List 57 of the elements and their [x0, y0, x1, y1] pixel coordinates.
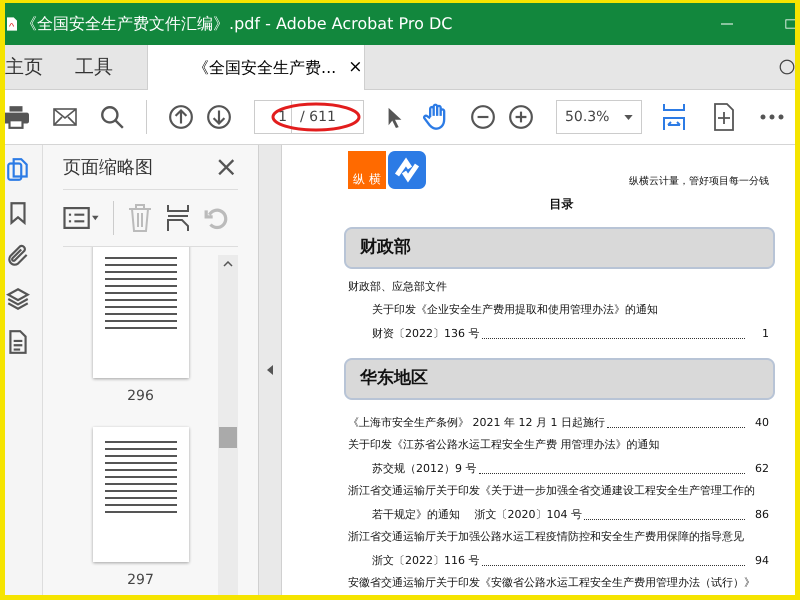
brand-logo-icon — [388, 151, 426, 189]
mail-icon[interactable] — [51, 105, 79, 129]
page-number-label: 296 — [127, 387, 154, 406]
nav-tab[interactable]: 工具 — [69, 45, 147, 89]
slogan: 纵横云计量，管好项目每一分钱 — [629, 174, 769, 189]
toc-entry: 浙江省交通运输厅关于加强公路水运工程疫情防控和安全生产费用保障的指导意见 — [348, 529, 745, 545]
scroll-thumb[interactable] — [219, 427, 237, 448]
section-title: 华东地区 — [360, 367, 428, 390]
document-tab-label: 《全国安全生产费... — [193, 56, 336, 78]
toc-entry: 浙文〔2022〕116 号 — [372, 555, 480, 566]
zoom-out-icon[interactable] — [470, 104, 496, 130]
toc-entry: 苏交规（2012）9 号 — [372, 463, 476, 474]
dropdown-caret-icon — [624, 114, 633, 120]
page-number-field[interactable]: 1 — [254, 100, 292, 134]
panel-title: 页面缩略图 — [63, 156, 153, 180]
toc-entry: 《上海市安全生产条例》 2021 年 12 月 1 日起施行 — [348, 417, 605, 428]
toc-entry: 财资〔2022〕136 号 — [372, 328, 480, 339]
toc-entry: 安徽省交通运输厅关于印发《安徽省公路水运工程安全生产费用管理办法（试行）》 — [348, 575, 756, 591]
more-icon[interactable] — [760, 114, 784, 120]
scroll-up-icon[interactable] — [223, 261, 233, 267]
pdf-file-icon — [7, 16, 17, 32]
page-total: / 611 — [292, 100, 364, 134]
logo-text: 纵 横 — [353, 171, 381, 188]
toc-entry: 关于印发《企业安全生产费用提取和使用管理办法》的通知 — [371, 302, 659, 318]
panel-close-button[interactable]: × — [214, 153, 238, 181]
page-thumbnail[interactable] — [92, 427, 188, 562]
nav-tab[interactable]: 主页 — [5, 45, 69, 89]
collapse-arrow-icon[interactable] — [267, 365, 273, 375]
page-thumbnail[interactable] — [92, 247, 188, 378]
split-page-icon[interactable] — [166, 204, 190, 232]
section-title: 财政部 — [360, 236, 411, 260]
tab-close-button[interactable]: × — [348, 54, 363, 80]
maximize-icon[interactable] — [785, 18, 795, 30]
toc-entry: 浙江省交通运输厅关于印发《关于进一步加强全省交通建设工程安全生产管理工作的 — [348, 483, 756, 499]
toc-page-number: 94 — [754, 555, 770, 566]
zoom-dropdown[interactable]: 50.3% — [556, 100, 642, 134]
toc-heading: 目录 — [550, 196, 574, 213]
toc-page-number: 62 — [754, 463, 770, 474]
toc-page-number: 86 — [754, 509, 770, 520]
zoom-in-icon[interactable] — [508, 104, 534, 130]
down-arrow-circle-icon[interactable] — [206, 104, 232, 130]
layers-icon[interactable] — [5, 286, 31, 312]
toc-entry: 关于印发《江苏省公路水运工程安全生产费 用管理办法》的通知 — [348, 437, 660, 453]
document-tab[interactable]: 《全国安全生产费... × — [147, 45, 365, 90]
toc-page-number: 40 — [754, 417, 770, 428]
page-number-label: 297 — [127, 571, 154, 590]
toc-entry: 财政部、应急部文件 — [348, 279, 448, 295]
fit-page-icon[interactable] — [662, 101, 686, 133]
scrollbar[interactable] — [218, 255, 238, 595]
toc-page-number: 1 — [761, 328, 770, 339]
window-title: 《全国安全生产费文件汇编》.pdf - Adobe Acrobat Pro DC — [21, 13, 452, 35]
print-icon[interactable] — [5, 103, 29, 131]
up-arrow-circle-icon[interactable] — [168, 104, 194, 130]
pages-icon[interactable] — [5, 157, 31, 183]
search-icon[interactable] — [99, 104, 125, 130]
options-menu-icon[interactable] — [63, 207, 99, 229]
toc-entry: 若干规定》的通知 浙文〔2020〕104 号 — [372, 509, 582, 520]
